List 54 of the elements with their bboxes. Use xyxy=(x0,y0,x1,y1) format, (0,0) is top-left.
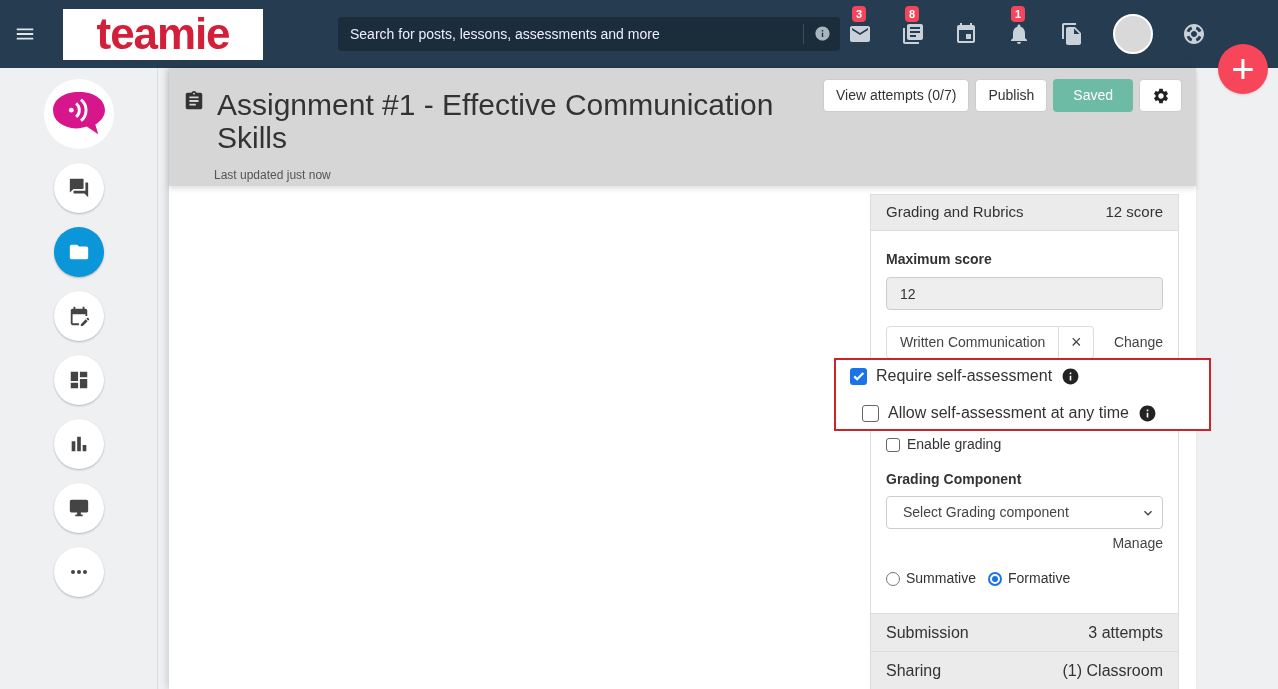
section-header[interactable]: Grading and Rubrics 12 score xyxy=(871,195,1178,231)
sidebar-item[interactable] xyxy=(53,355,104,405)
search-field[interactable]: Search for posts, lessons, assessments and more xyxy=(338,17,840,51)
manage-link[interactable]: Manage xyxy=(1112,533,1163,554)
grading-component-select[interactable]: Select Grading component xyxy=(886,496,1163,529)
info-icon[interactable] xyxy=(814,25,831,42)
add-button[interactable]: + xyxy=(1218,44,1268,94)
radio-button[interactable] xyxy=(988,571,1003,586)
option-label: Require self-assessment xyxy=(876,366,1053,386)
settings-icon xyxy=(1151,86,1170,105)
last-updated: Last updated just now xyxy=(214,167,332,184)
score-field[interactable]: 12 xyxy=(886,277,1163,310)
option-label: Allow self-assessment at any time xyxy=(888,403,1129,423)
page-title: Assignment #1 - Effective Communication Skills xyxy=(217,88,775,154)
option-label: Enable grading xyxy=(907,435,1002,454)
more-icon xyxy=(70,570,87,574)
field-label: Maximum score xyxy=(886,250,993,269)
section-value: 12 score xyxy=(1105,202,1163,223)
header-button[interactable]: Publish xyxy=(975,79,1048,112)
radio-label: Formative xyxy=(1008,569,1071,588)
chat-icon xyxy=(67,177,90,199)
change-link[interactable]: Change xyxy=(1113,332,1163,353)
logo[interactable]: teamie xyxy=(63,8,263,60)
document-icon[interactable] xyxy=(1060,22,1084,46)
section-header[interactable]: Submission 3 attempts xyxy=(871,613,1178,651)
sidebar-item[interactable] xyxy=(53,163,104,213)
checkbox[interactable] xyxy=(886,437,900,452)
settings-button[interactable] xyxy=(1139,79,1182,112)
calendar-icon[interactable] xyxy=(954,22,978,46)
field-label: Grading Component xyxy=(886,470,1023,489)
sidebar-item[interactable] xyxy=(53,419,104,469)
monitor-icon xyxy=(67,497,90,519)
checkbox[interactable] xyxy=(862,404,879,422)
help-icon[interactable] xyxy=(1182,22,1206,46)
stack-icon[interactable] xyxy=(901,22,925,46)
sidebar-item[interactable] xyxy=(53,483,104,533)
badge: 3 xyxy=(852,6,867,22)
header-button[interactable]: View attempts (0/7) xyxy=(823,79,970,112)
section-value: (1) Classroom xyxy=(1062,660,1163,681)
info-icon[interactable] xyxy=(1061,366,1081,386)
sidebar-item[interactable] xyxy=(53,291,104,341)
clipboard-icon xyxy=(183,90,205,112)
avatar[interactable] xyxy=(1113,14,1153,54)
section-header[interactable]: Sharing (1) Classroom xyxy=(871,651,1178,689)
section-value: 3 attempts xyxy=(1088,622,1163,643)
checkbox[interactable] xyxy=(850,367,867,385)
check-icon xyxy=(851,369,866,383)
section-title: Grading and Rubrics xyxy=(886,202,1024,223)
radio-label: Summative xyxy=(906,569,977,588)
section-title: Submission xyxy=(886,622,969,643)
section-title: Sharing xyxy=(886,660,942,681)
badge: 1 xyxy=(1011,6,1026,22)
info-icon[interactable] xyxy=(1138,403,1157,423)
badge: 8 xyxy=(905,6,920,22)
